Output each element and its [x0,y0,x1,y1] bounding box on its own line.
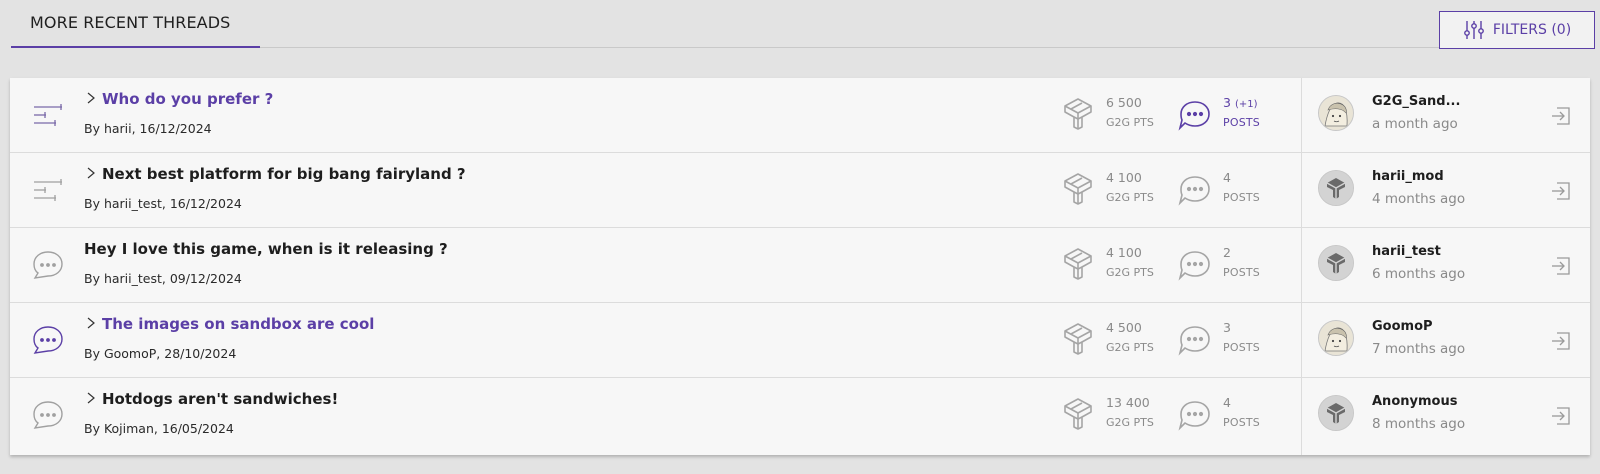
posts-label: POSTS [1223,341,1260,354]
chevron-right-icon [87,92,95,104]
thread-row[interactable]: Hotdogs aren't sandwiches! By Kojiman, 1… [10,378,1590,455]
posts-new-count: (+1) [1234,99,1258,110]
points-label: G2G PTS [1106,191,1154,204]
chat-bubble-icon [1178,101,1210,131]
thread-title[interactable]: Next best platform for big bang fairylan… [102,165,466,183]
last-post-time: a month ago [1372,116,1458,132]
avatar[interactable] [1318,170,1354,206]
points-value: 4 100 [1106,170,1142,185]
go-to-thread-icon[interactable] [1550,255,1572,277]
filters-label: FILTERS (0) [1492,22,1572,38]
posts-label: POSTS [1223,416,1260,429]
chevron-right-icon [87,167,95,179]
go-to-thread-icon[interactable] [1550,405,1572,427]
thread-byline: By harii, 16/12/2024 [84,121,212,136]
posts-label: POSTS [1223,116,1260,129]
points-label: G2G PTS [1106,266,1154,279]
posts-count: 3 (+1) [1223,95,1258,110]
sliders-icon [1463,21,1484,39]
points-value: 4 500 [1106,320,1142,335]
thread-byline: By Kojiman, 16/05/2024 [84,421,234,436]
go-to-thread-icon[interactable] [1550,105,1572,127]
avatar[interactable] [1318,395,1354,431]
chat-bubble-icon [33,326,63,354]
go-to-thread-icon[interactable] [1550,330,1572,352]
last-post-time: 4 months ago [1372,191,1466,207]
thread-list: Who do you prefer ? By harii, 16/12/2024… [10,78,1590,455]
points-value: 4 100 [1106,245,1142,260]
header-divider [260,47,1594,48]
posts-count: 3 [1223,320,1231,335]
g2g-logo-icon [1319,246,1353,280]
tab-more-recent-threads[interactable]: MORE RECENT THREADS [11,0,260,48]
points-value: 6 500 [1106,95,1142,110]
avatar[interactable] [1318,320,1354,356]
points-label: G2G PTS [1106,116,1154,129]
chevron-right-icon [87,392,95,404]
go-to-thread-icon[interactable] [1550,180,1572,202]
g2g-points-icon [1064,98,1092,130]
last-post-time: 7 months ago [1372,341,1466,357]
last-poster-name[interactable]: G2G_Sand... [1372,94,1460,109]
threads-header: MORE RECENT THREADS FILTERS (0) [0,0,1600,52]
thread-title[interactable]: Hotdogs aren't sandwiches! [102,390,338,408]
last-poster-name[interactable]: GoomoP [1372,319,1433,334]
chevron-right-icon [87,317,95,329]
avatar[interactable] [1318,95,1354,131]
sort-lines-icon [34,179,62,201]
last-post-time: 6 months ago [1372,266,1466,282]
thread-byline: By harii_test, 09/12/2024 [84,271,242,286]
thread-row[interactable]: Next best platform for big bang fairylan… [10,153,1590,228]
thread-row[interactable]: Hey I love this game, when is it releasi… [10,228,1590,303]
illustrated-avatar-icon [1319,96,1353,130]
chat-bubble-icon [1178,326,1210,356]
chat-bubble-icon [33,401,63,429]
thread-row[interactable]: Who do you prefer ? By harii, 16/12/2024… [10,78,1590,153]
g2g-logo-icon [1319,171,1353,205]
points-label: G2G PTS [1106,341,1154,354]
last-poster-name[interactable]: Anonymous [1372,394,1457,409]
posts-count: 2 [1223,245,1231,260]
thread-byline: By GoomoP, 28/10/2024 [84,346,237,361]
sort-lines-icon [34,104,62,126]
thread-byline: By harii_test, 16/12/2024 [84,196,242,211]
chat-bubble-icon [1178,401,1210,431]
chat-bubble-icon [1178,251,1210,281]
thread-row[interactable]: The images on sandbox are cool By GoomoP… [10,303,1590,378]
posts-count: 4 [1223,170,1231,185]
illustrated-avatar-icon [1319,321,1353,355]
posts-label: POSTS [1223,191,1260,204]
g2g-logo-icon [1319,396,1353,430]
thread-title[interactable]: Who do you prefer ? [102,90,273,108]
points-label: G2G PTS [1106,416,1154,429]
last-post-time: 8 months ago [1372,416,1466,432]
chat-bubble-icon [1178,176,1210,206]
posts-count: 4 [1223,395,1231,410]
chat-bubble-icon [33,251,63,279]
g2g-points-icon [1064,398,1092,430]
last-poster-name[interactable]: harii_test [1372,244,1441,259]
avatar[interactable] [1318,245,1354,281]
g2g-points-icon [1064,323,1092,355]
filters-button[interactable]: FILTERS (0) [1439,11,1595,49]
g2g-points-icon [1064,173,1092,205]
last-poster-name[interactable]: harii_mod [1372,169,1444,184]
thread-title[interactable]: The images on sandbox are cool [102,315,374,333]
posts-label: POSTS [1223,266,1260,279]
points-value: 13 400 [1106,395,1150,410]
g2g-points-icon [1064,248,1092,280]
thread-title[interactable]: Hey I love this game, when is it releasi… [84,240,448,258]
